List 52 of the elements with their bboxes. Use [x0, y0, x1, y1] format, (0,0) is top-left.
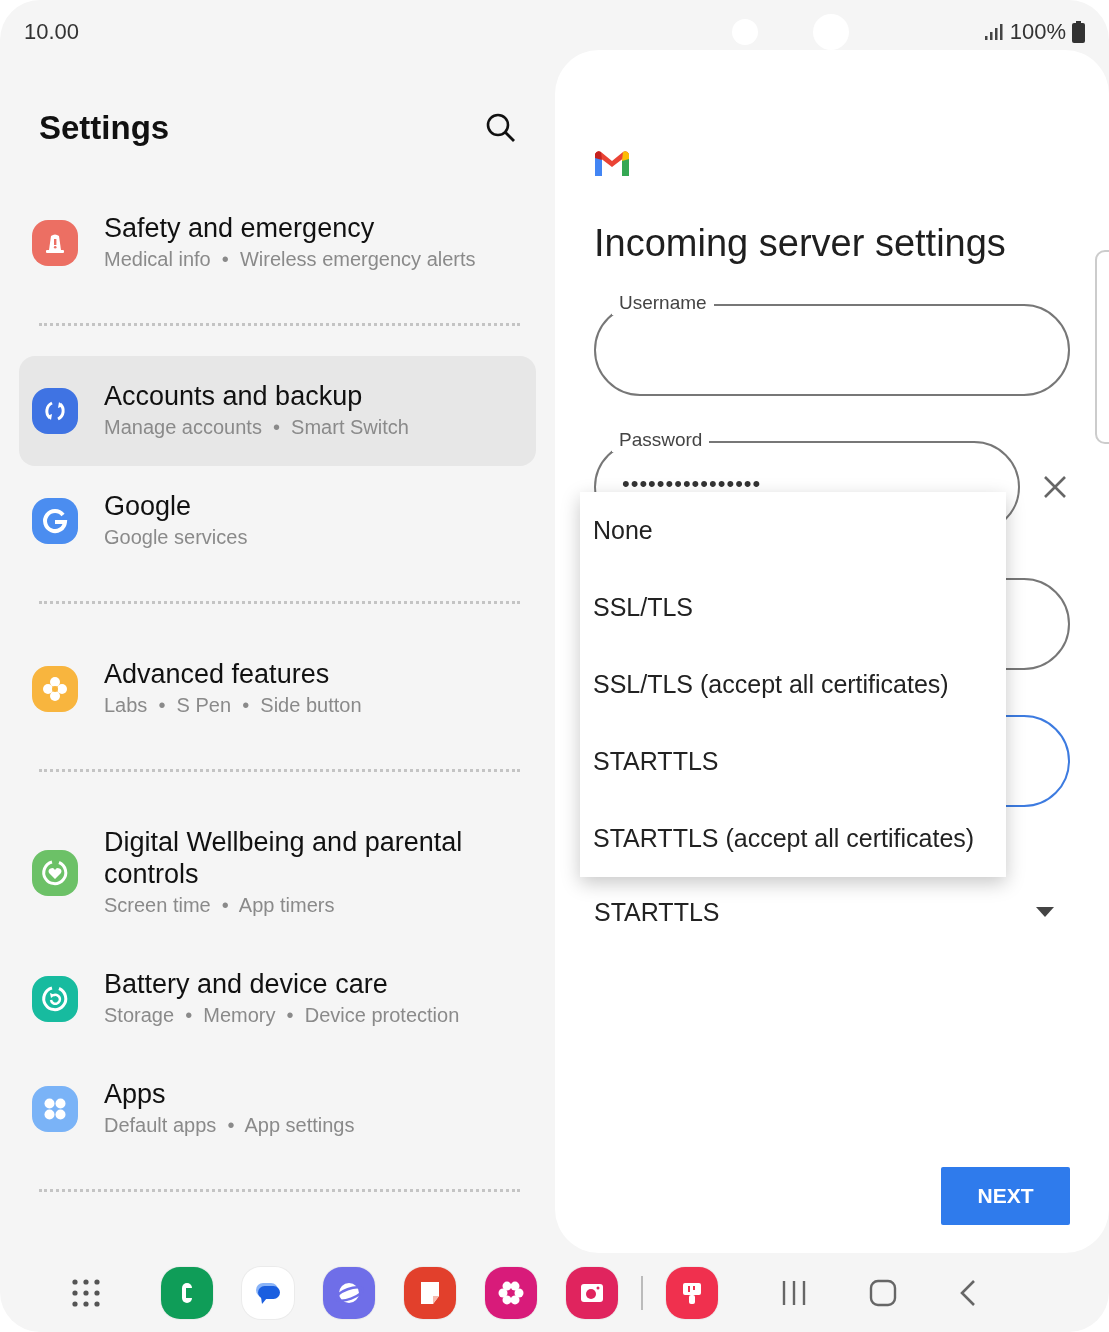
item-details: Screen time • App timers [104, 893, 336, 918]
settings-item[interactable]: Accounts and backup Manage accounts • Smart Switch [19, 356, 536, 466]
menu-option[interactable]: SSL/TLS (accept all certificates) [580, 646, 1006, 723]
menu-option[interactable]: STARTTLS [580, 723, 1006, 800]
signal-icon [983, 24, 1004, 40]
recents-icon[interactable] [781, 1279, 807, 1306]
security-dropdown[interactable]: STARTTLS [594, 882, 1070, 942]
back-icon[interactable] [959, 1278, 977, 1307]
item-title: Battery and device care [104, 968, 389, 1000]
settings-item[interactable]: Battery and device care Storage • Memory • Device protection [19, 944, 536, 1054]
page-heading: Incoming server settings [594, 221, 1007, 266]
app-grid-icon[interactable] [72, 1278, 100, 1307]
mail-logo-icon [594, 150, 630, 176]
item-details: Manage accounts • Smart Switch [104, 415, 409, 440]
next-button[interactable]: NEXT [941, 1167, 1070, 1225]
settings-item[interactable]: Apps Default apps • App settings [19, 1054, 536, 1164]
status-time: 10.00 [24, 19, 80, 45]
settings-item[interactable]: Advanced features Labs • S Pen • Side button [19, 634, 536, 744]
app-icon[interactable] [566, 1266, 618, 1319]
settings-item[interactable]: Digital Wellbeing and parental controls Screen time • App timers [19, 802, 536, 944]
google-icon [41, 507, 69, 535]
refresh-ring-icon [40, 984, 70, 1014]
app-icon[interactable] [242, 1266, 294, 1319]
settings-title: Settings [39, 108, 170, 148]
battery-icon [1072, 21, 1085, 43]
item-details: Labs • S Pen • Side button [104, 693, 362, 718]
caret-icon [1036, 907, 1054, 917]
flower-icon [41, 675, 69, 703]
item-details: Medical info • Wireless emergency alerts [104, 247, 476, 272]
item-title: Safety and emergency [104, 212, 376, 244]
menu-option[interactable]: SSL/TLS [580, 569, 1006, 646]
item-title: Google [104, 490, 193, 522]
app-icon[interactable] [404, 1266, 456, 1319]
apps-icon [42, 1096, 68, 1122]
heart-ring-icon [40, 858, 70, 888]
item-title: Digital Wellbeing and parental controls [104, 826, 464, 890]
app-icon[interactable] [666, 1266, 718, 1319]
menu-option[interactable]: STARTTLS (accept all certificates) [580, 800, 1006, 877]
app-icon[interactable] [161, 1266, 213, 1319]
item-title: Apps [104, 1078, 167, 1110]
item-details: Google services [104, 525, 248, 550]
app-icon[interactable] [323, 1266, 375, 1319]
item-details: Storage • Memory • Device protection [104, 1003, 460, 1028]
battery-percent: 100% [1009, 19, 1066, 45]
item-details: Default apps • App settings [104, 1113, 355, 1138]
home-icon[interactable] [869, 1278, 897, 1307]
search-icon[interactable] [486, 113, 516, 143]
item-title: Advanced features [104, 658, 331, 690]
item-title: Accounts and backup [104, 380, 364, 412]
app-icon[interactable] [485, 1266, 537, 1319]
settings-item[interactable]: Google Google services [19, 466, 536, 576]
settings-item[interactable]: Safety and emergency Medical info • Wireless emergency alerts [19, 188, 536, 298]
